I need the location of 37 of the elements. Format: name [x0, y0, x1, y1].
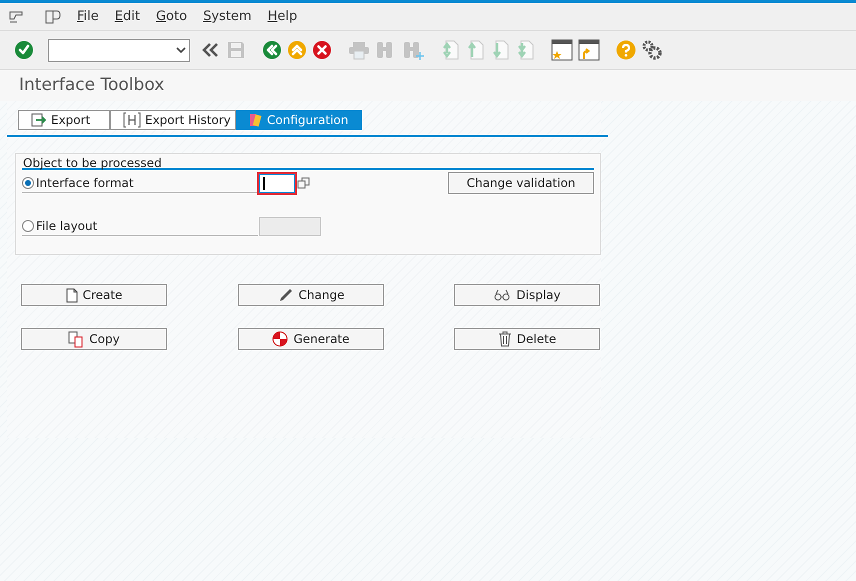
- input-field[interactable]: [259, 174, 295, 192]
- group-title: Object to be processed: [22, 154, 594, 170]
- config-icon: [249, 113, 263, 127]
- menu-item[interactable]: Goto: [156, 6, 188, 26]
- command-field[interactable]: [48, 38, 190, 62]
- action-button[interactable]: Generate: [238, 328, 384, 350]
- back-icon[interactable]: [262, 40, 282, 60]
- action-button[interactable]: Create: [21, 284, 167, 306]
- enter-icon[interactable]: [14, 40, 34, 60]
- tab[interactable]: Configuration: [236, 110, 362, 130]
- pencil-icon: [278, 288, 294, 302]
- menu-item[interactable]: Help: [268, 6, 298, 26]
- h-icon: [123, 112, 141, 128]
- menu-item[interactable]: Edit: [114, 6, 140, 26]
- change-validation-button[interactable]: Change validation: [448, 172, 594, 194]
- action-button[interactable]: Copy: [21, 328, 167, 350]
- action-button[interactable]: Change: [238, 284, 384, 306]
- export-icon: [31, 113, 47, 127]
- trash-icon: [498, 331, 512, 347]
- menu-item[interactable]: System: [203, 6, 252, 26]
- copy-icon: [68, 330, 84, 348]
- settings-icon[interactable]: [641, 39, 663, 61]
- radio-circle[interactable]: [22, 176, 34, 188]
- document-icon: [66, 288, 78, 302]
- copy-icon[interactable]: [296, 175, 312, 191]
- cancel-icon[interactable]: [312, 40, 332, 60]
- menu-item[interactable]: File: [77, 6, 99, 26]
- pie-icon: [272, 331, 288, 347]
- radio-button[interactable]: File layout: [22, 216, 258, 236]
- glasses-icon: [493, 289, 512, 301]
- tab[interactable]: Export History: [110, 110, 236, 130]
- menu-icon[interactable]: [9, 10, 23, 22]
- tab[interactable]: Export: [18, 110, 110, 130]
- page-title: Interface Toolbox: [19, 74, 164, 97]
- action-button[interactable]: Display: [454, 284, 600, 306]
- action-button[interactable]: Delete: [454, 328, 600, 350]
- layout-icon[interactable]: [45, 8, 61, 24]
